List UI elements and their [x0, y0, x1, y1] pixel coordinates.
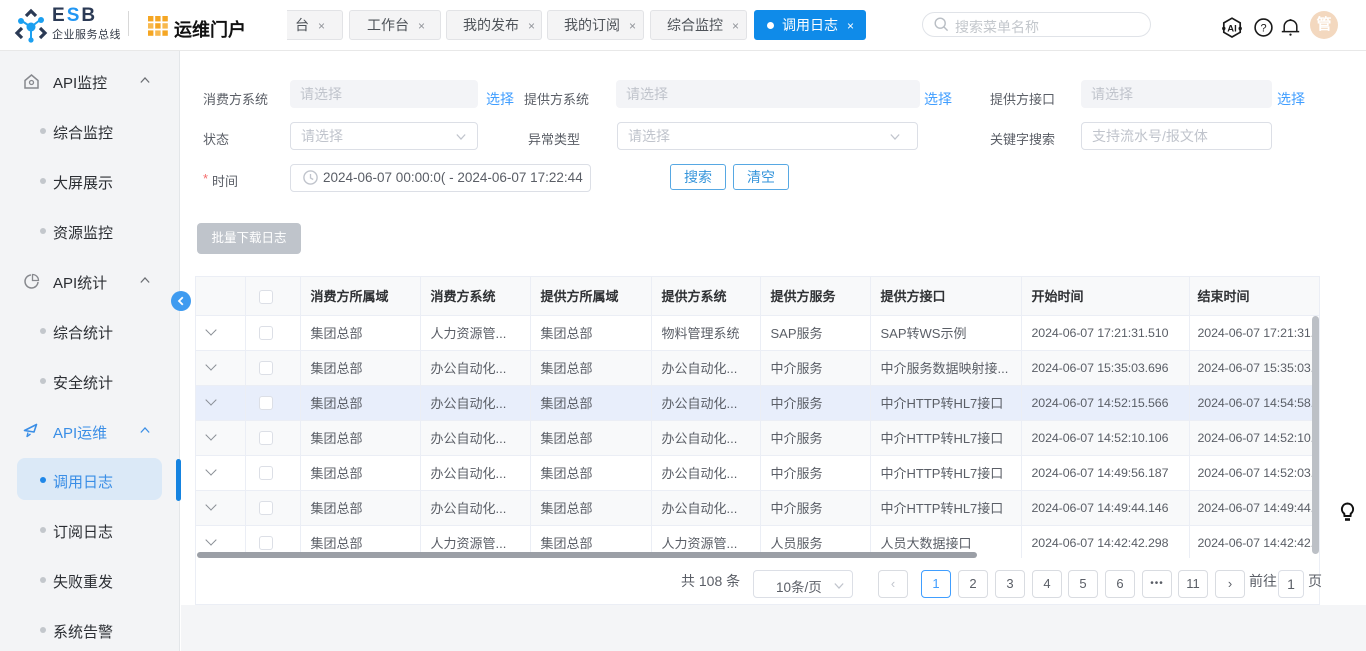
svg-text:?: ? [1260, 22, 1266, 34]
svg-text:AI: AI [1227, 24, 1237, 35]
